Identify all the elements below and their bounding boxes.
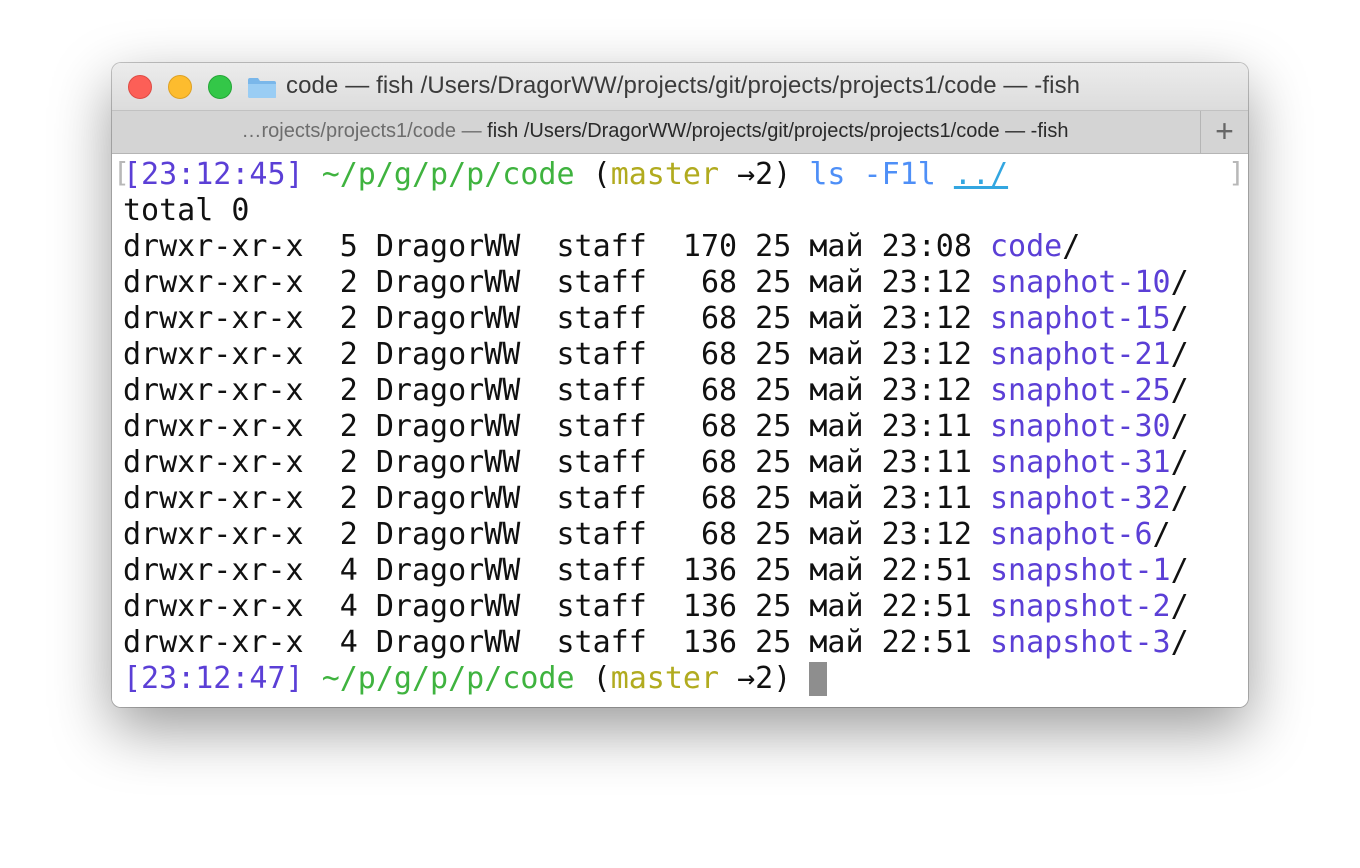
directory-suffix: / <box>1170 373 1189 408</box>
directory-name[interactable]: code <box>990 229 1062 264</box>
directory-suffix: / <box>1170 481 1189 516</box>
ls-entry-row: drwxr-xr-x 2 DragorWW staff 68 25 май 23… <box>123 265 1189 301</box>
prompt-path: ~/p/g/p/p/code <box>321 157 575 192</box>
directory-name[interactable]: snaphot-30 <box>990 409 1171 444</box>
prompt-paren: ( <box>592 661 611 696</box>
directory-name[interactable]: snaphot-6 <box>990 517 1153 552</box>
folder-icon <box>248 78 276 98</box>
command-argument: ../ <box>953 157 1009 192</box>
directory-name[interactable]: snapshot-2 <box>990 589 1171 624</box>
entry-metadata: drwxr-xr-x 2 DragorWW staff 68 25 май 23… <box>123 301 990 336</box>
directory-suffix: / <box>1062 229 1081 264</box>
directory-suffix: / <box>1170 625 1189 660</box>
entry-metadata: drwxr-xr-x 2 DragorWW staff 68 25 май 23… <box>123 517 990 552</box>
tab-label: fish /Users/DragorWW/projects/git/projec… <box>487 120 1069 142</box>
total-line: total 0 <box>123 193 250 228</box>
prompt-line-1: [23:12:45] ~/p/g/p/p/code (master →2) ls… <box>123 157 1008 193</box>
directory-name[interactable]: snapshot-3 <box>990 625 1171 660</box>
prompt-path: ~/p/g/p/p/code <box>321 661 575 696</box>
ls-entry-row: drwxr-xr-x 4 DragorWW staff 136 25 май 2… <box>123 589 1189 625</box>
title-bar[interactable]: code — fish /Users/DragorWW/projects/git… <box>112 63 1248 110</box>
directory-name[interactable]: snaphot-25 <box>990 373 1171 408</box>
directory-suffix: / <box>1170 445 1189 480</box>
directory-name[interactable]: snaphot-32 <box>990 481 1171 516</box>
entry-metadata: drwxr-xr-x 2 DragorWW staff 68 25 май 23… <box>123 481 990 516</box>
entry-metadata: drwxr-xr-x 2 DragorWW staff 68 25 май 23… <box>123 409 990 444</box>
tab-fish[interactable]: …rojects/projects1/code — fish /Users/Dr… <box>112 111 1198 154</box>
entry-metadata: drwxr-xr-x 5 DragorWW staff 170 25 май 2… <box>123 229 990 264</box>
ls-entry-row: drwxr-xr-x 2 DragorWW staff 68 25 май 23… <box>123 481 1189 517</box>
prompt-time: [23:12:45] <box>123 157 304 192</box>
new-tab-button[interactable]: + <box>1200 111 1248 154</box>
prompt-paren: ( <box>592 157 611 192</box>
ls-entry-row: drwxr-xr-x 2 DragorWW staff 68 25 май 23… <box>123 445 1189 481</box>
ls-entry-row: drwxr-xr-x 4 DragorWW staff 136 25 май 2… <box>123 553 1189 589</box>
ls-entry-row: drwxr-xr-x 2 DragorWW staff 68 25 май 23… <box>123 373 1189 409</box>
window-title: code — fish /Users/DragorWW/projects/git… <box>286 72 1081 99</box>
directory-name[interactable]: snapshot-1 <box>990 553 1171 588</box>
ls-entry-row: drwxr-xr-x 2 DragorWW staff 68 25 май 23… <box>123 409 1189 445</box>
command-text: ls -F1l <box>809 157 936 192</box>
mark-bracket-right: ] <box>1228 156 1245 189</box>
entry-metadata: drwxr-xr-x 4 DragorWW staff 136 25 май 2… <box>123 553 990 588</box>
directory-suffix: / <box>1170 301 1189 336</box>
text-cursor <box>809 662 828 696</box>
directory-name[interactable]: snaphot-31 <box>990 445 1171 480</box>
tab-bar: …rojects/projects1/code — fish /Users/Dr… <box>112 110 1248 154</box>
ls-entry-row: drwxr-xr-x 2 DragorWW staff 68 25 май 23… <box>123 517 1171 553</box>
directory-suffix: / <box>1170 265 1189 300</box>
git-ahead: →2) <box>737 157 792 192</box>
directory-name[interactable]: snaphot-10 <box>990 265 1171 300</box>
terminal-window: code — fish /Users/DragorWW/projects/git… <box>112 63 1248 707</box>
close-button[interactable] <box>128 75 152 99</box>
prompt-line-2: [23:12:47] ~/p/g/p/p/code (master →2) <box>123 661 828 697</box>
directory-name[interactable]: snaphot-21 <box>990 337 1171 372</box>
entry-metadata: drwxr-xr-x 2 DragorWW staff 68 25 май 23… <box>123 337 990 372</box>
zoom-button[interactable] <box>208 75 232 99</box>
directory-suffix: / <box>1170 553 1189 588</box>
entry-metadata: drwxr-xr-x 2 DragorWW staff 68 25 май 23… <box>123 445 990 480</box>
directory-suffix: / <box>1170 409 1189 444</box>
ls-entry-row: drwxr-xr-x 2 DragorWW staff 68 25 май 23… <box>123 337 1189 373</box>
git-branch: master <box>610 157 720 192</box>
minimize-button[interactable] <box>168 75 192 99</box>
entry-metadata: drwxr-xr-x 4 DragorWW staff 136 25 май 2… <box>123 625 990 660</box>
git-branch: master <box>610 661 720 696</box>
directory-suffix: / <box>1170 337 1189 372</box>
directory-name[interactable]: snaphot-15 <box>990 301 1171 336</box>
tab-path-prefix: …rojects/projects1/code — <box>241 120 488 142</box>
prompt-time: [23:12:47] <box>123 661 304 696</box>
ls-entry-row: drwxr-xr-x 5 DragorWW staff 170 25 май 2… <box>123 229 1080 265</box>
git-ahead: →2) <box>737 661 792 696</box>
entry-metadata: drwxr-xr-x 4 DragorWW staff 136 25 май 2… <box>123 589 990 624</box>
terminal-output[interactable]: [ ] [23:12:45] ~/p/g/p/p/code (master →2… <box>112 154 1248 707</box>
entry-metadata: drwxr-xr-x 2 DragorWW staff 68 25 май 23… <box>123 373 990 408</box>
directory-suffix: / <box>1170 589 1189 624</box>
directory-suffix: / <box>1152 517 1171 552</box>
ls-entry-row: drwxr-xr-x 2 DragorWW staff 68 25 май 23… <box>123 301 1189 337</box>
ls-entry-row: drwxr-xr-x 4 DragorWW staff 136 25 май 2… <box>123 625 1189 661</box>
entry-metadata: drwxr-xr-x 2 DragorWW staff 68 25 май 23… <box>123 265 990 300</box>
